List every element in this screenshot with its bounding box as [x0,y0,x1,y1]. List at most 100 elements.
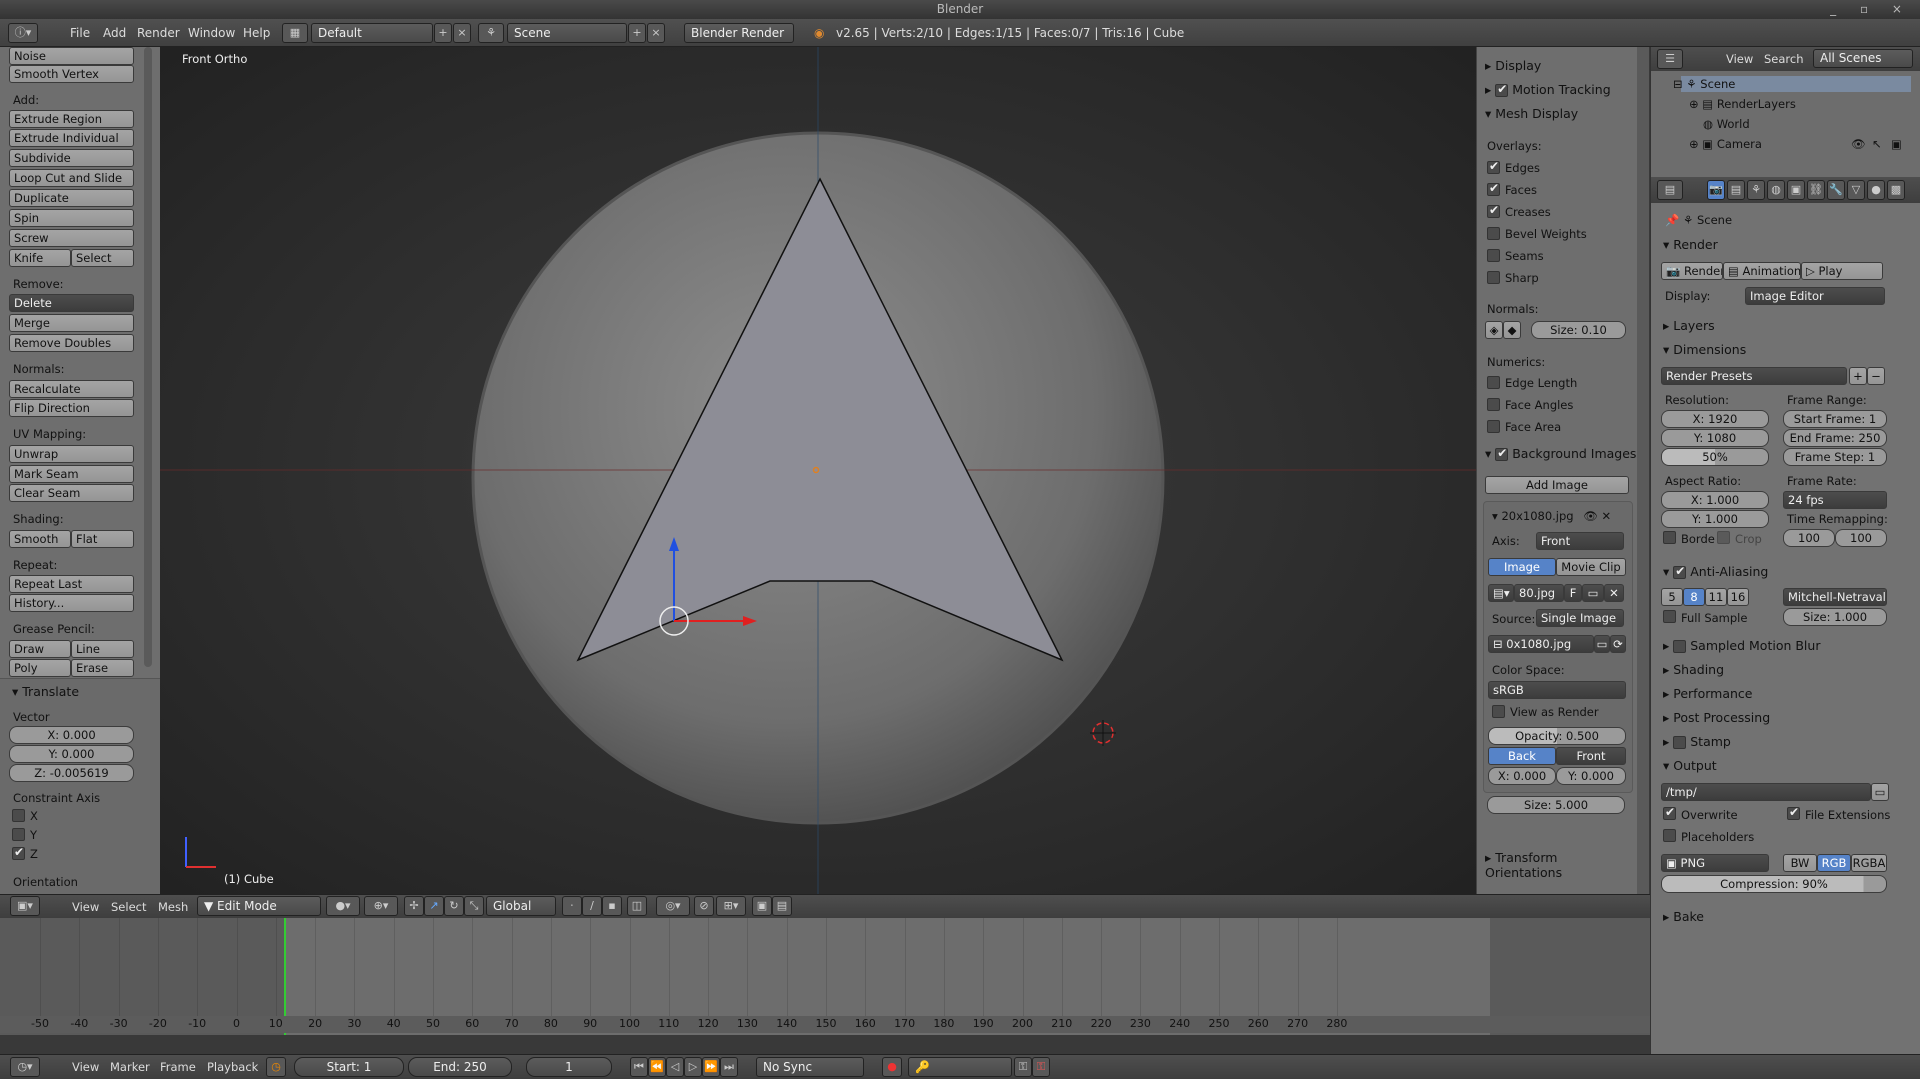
output-browse-icon[interactable]: ▭ [1871,783,1889,801]
creases-checkbox[interactable] [1487,203,1500,218]
window-controls[interactable]: _ ▫ × [1830,0,1912,18]
outliner-item-camera[interactable]: ⊕ ▣ Camera [1689,137,1762,151]
display-select[interactable]: Image Editor [1745,287,1885,305]
bg-size-field[interactable]: Size: 5.000 [1487,796,1625,814]
crop-checkbox[interactable] [1717,531,1730,544]
mesh-display-toggle[interactable]: ▾ Mesh Display [1485,106,1578,121]
knife-select-button[interactable]: Select [71,249,134,267]
color-rgb-button[interactable]: RGB [1817,854,1851,872]
resolution-x-field[interactable]: X: 1920 [1661,410,1769,428]
remove-doubles-button[interactable]: Remove Doubles [9,334,134,352]
3d-viewport[interactable]: Front Ortho (1) Cube [160,47,1476,894]
placeholders-checkbox[interactable] [1663,829,1676,842]
knife-button[interactable]: Knife [9,249,71,267]
motion-blur-checkbox[interactable] [1673,640,1687,653]
timeline-ruler[interactable]: -50 -40 -30 -20 -10 0 10 20 30 40 50 60 70 80 90 100 110… [0,918,1650,1033]
menu-file[interactable]: File [70,26,90,40]
screen-layout-icon[interactable]: ▦ [282,23,308,43]
bg-images-toggle[interactable]: ▾ Background Images [1485,446,1636,461]
toolshelf-scrollbar[interactable] [144,47,152,667]
aa-samples-16[interactable]: 16 [1727,588,1749,606]
renderable-camera-icon[interactable]: ▣ [1891,137,1902,151]
edge-select-icon[interactable]: ∕ [582,896,602,916]
flat-shading-button[interactable]: Flat [71,530,134,548]
duplicate-button[interactable]: Duplicate [9,189,134,207]
noise-button[interactable]: Noise [9,47,134,65]
scale-manipulator-icon[interactable]: ⤡ [464,896,484,916]
viewport-shading-icon[interactable]: ●▾ [326,896,360,916]
dimensions-panel-toggle[interactable]: ▾ Dimensions [1663,342,1746,357]
output-path-field[interactable]: /tmp/ [1661,783,1871,801]
aspect-y-field[interactable]: Y: 1.000 [1661,510,1769,528]
smooth-vertex-button[interactable]: Smooth Vertex [9,65,134,83]
merge-button[interactable]: Merge [9,314,134,332]
record-icon[interactable]: ● [882,1057,902,1077]
resolution-percent-slider[interactable]: 50% [1661,448,1769,466]
bg-image-name[interactable]: ▾ 20x1080.jpg 👁 ✕ [1492,509,1611,523]
3d-view-editor-icon[interactable]: ▣▾ [10,896,40,916]
bg-images-checkbox[interactable] [1495,446,1509,461]
outliner-view-menu[interactable]: View [1726,52,1753,66]
render-tab-icon[interactable]: 📷 [1707,180,1725,200]
snap-element-icon[interactable]: ⊞▾ [716,896,746,916]
constraints-tab-icon[interactable]: ⛓ [1807,180,1825,200]
sharp-checkbox[interactable] [1487,271,1500,284]
flip-direction-button[interactable]: Flip Direction [9,399,134,417]
scene-icon[interactable]: ⚘ [478,23,504,43]
aa-samples-8[interactable]: 8 [1683,588,1705,606]
edge-length-checkbox[interactable] [1487,376,1500,389]
menu-render[interactable]: Render [137,26,180,40]
transform-orientations-toggle[interactable]: ▸ Transform Orientations [1485,850,1638,880]
vector-y-field[interactable]: Y: 0.000 [9,745,134,763]
offset-x-field[interactable]: X: 0.000 [1488,767,1556,785]
face-normals-icon[interactable]: ◆ [1503,321,1521,339]
menu-window[interactable]: Window [188,26,235,40]
motion-blur-toggle[interactable]: ▸ Sampled Motion Blur [1663,638,1820,653]
screen-layout-field[interactable]: Default [311,23,433,43]
constraint-z-checkbox[interactable] [12,845,25,860]
screw-button[interactable]: Screw [9,229,134,247]
vector-z-field[interactable]: Z: -0.005619 [9,764,134,782]
timeline-area[interactable]: -50 -40 -30 -20 -10 0 10 20 30 40 50 60 70 80 90 100 110… [0,918,1650,1035]
menu-help[interactable]: Help [243,26,270,40]
aa-size-field[interactable]: Size: 1.000 [1783,608,1887,626]
color-space-select[interactable]: sRGB [1488,681,1626,699]
vertex-normals-icon[interactable]: ◈ [1485,321,1503,339]
gp-poly-button[interactable]: Poly [9,659,71,677]
aspect-x-field[interactable]: X: 1.000 [1661,491,1769,509]
outliner-search-menu[interactable]: Search [1764,52,1804,66]
seams-checkbox[interactable] [1487,249,1500,262]
spin-button[interactable]: Spin [9,209,134,227]
recalculate-button[interactable]: Recalculate [9,380,134,398]
next-keyframe-icon[interactable]: ⏩ [702,1057,720,1077]
play-reverse-icon[interactable]: ◁ [666,1057,684,1077]
insert-keyframe-icon[interactable]: ⚿ [1014,1057,1032,1077]
render-presets-select[interactable]: Render Presets [1661,367,1847,385]
vertex-select-icon[interactable]: ⋅ [562,896,582,916]
render-engine-select[interactable]: Blender Render [684,23,794,43]
color-bw-button[interactable]: BW [1783,854,1817,872]
sync-mode-select[interactable]: No Sync [756,1057,864,1077]
add-image-button[interactable]: Add Image [1485,476,1629,494]
back-button[interactable]: Back [1488,747,1556,765]
timeline-editor-icon[interactable]: ◷▾ [10,1057,40,1077]
loop-cut-button[interactable]: Loop Cut and Slide [9,169,134,187]
start-frame-input[interactable]: Start: 1 [294,1057,404,1077]
front-button[interactable]: Front [1556,747,1626,765]
end-frame-input[interactable]: End: 250 [408,1057,512,1077]
compression-slider[interactable]: Compression: 90% [1661,875,1887,893]
selectable-cursor-icon[interactable]: ↖ [1872,137,1882,151]
properties-editor-icon[interactable]: ▤ [1657,180,1683,200]
modifiers-tab-icon[interactable]: 🔧 [1827,180,1845,200]
proportional-editing-icon[interactable]: ◎▾ [656,896,690,916]
mesh-menu[interactable]: Mesh [158,900,188,914]
render-button[interactable]: 📷 Render [1661,262,1723,280]
rotate-manipulator-icon[interactable]: ↻ [444,896,464,916]
face-angles-checkbox[interactable] [1487,398,1500,411]
opengl-render-icon[interactable]: ▣ [752,896,772,916]
stamp-checkbox[interactable] [1673,736,1687,749]
prev-keyframe-icon[interactable]: ⏪ [648,1057,666,1077]
motion-tracking-toggle[interactable]: ▸ Motion Tracking [1485,82,1611,97]
view-menu[interactable]: View [72,900,99,914]
viewport-canvas[interactable] [160,47,1476,894]
